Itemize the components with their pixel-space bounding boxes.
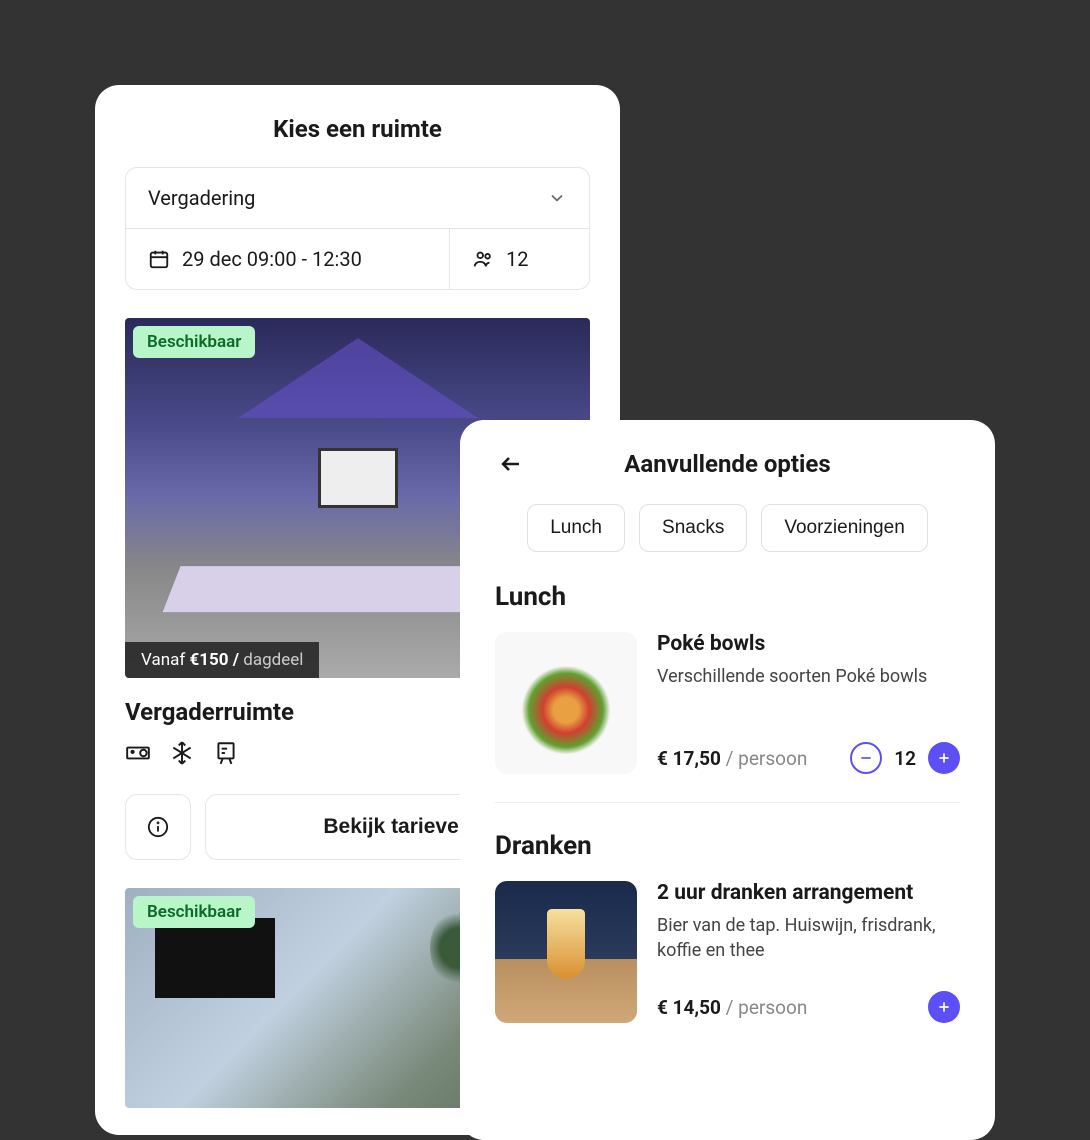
- increment-button[interactable]: [928, 991, 960, 1023]
- options-card: Aanvullende opties Lunch Snacks Voorzien…: [460, 420, 995, 1140]
- quantity-stepper: [928, 991, 960, 1023]
- people-icon: [472, 248, 494, 270]
- room-type-value: Vergadering: [148, 186, 255, 210]
- decrement-button[interactable]: [850, 742, 882, 774]
- tab-snacks[interactable]: Snacks: [639, 504, 747, 552]
- projector-icon: [125, 740, 151, 766]
- flipchart-icon: [213, 740, 239, 766]
- tab-voorzieningen[interactable]: Voorzieningen: [761, 504, 927, 552]
- availability-badge: Beschikbaar: [133, 896, 255, 928]
- room-type-select[interactable]: Vergadering: [126, 168, 589, 228]
- date-time-value: 29 dec 09:00 - 12:30: [182, 247, 362, 271]
- price-unit: dagdeel: [243, 650, 303, 670]
- option-price: € 14,50 / persoon: [657, 996, 807, 1019]
- plus-icon: [936, 750, 952, 766]
- option-name: Poké bowls: [657, 632, 960, 656]
- category-tabs: Lunch Snacks Voorzieningen: [495, 504, 960, 552]
- option-item: 2 uur dranken arrangement Bier van de ta…: [495, 881, 960, 1051]
- airco-icon: [169, 740, 195, 766]
- tab-lunch[interactable]: Lunch: [527, 504, 625, 552]
- option-body: 2 uur dranken arrangement Bier van de ta…: [657, 881, 960, 1023]
- back-button[interactable]: [495, 448, 527, 480]
- price-amount: €150 /: [189, 650, 239, 670]
- option-price: € 17,50 / persoon: [657, 747, 807, 770]
- price-strip: Vanaf €150 / dagdeel: [125, 642, 319, 678]
- availability-badge: Beschikbaar: [133, 326, 255, 358]
- option-name: 2 uur dranken arrangement: [657, 881, 960, 905]
- price-per: / persoon: [726, 996, 808, 1019]
- minus-icon: [858, 750, 874, 766]
- plus-icon: [936, 999, 952, 1015]
- people-count-value: 12: [506, 247, 528, 271]
- price-amount: € 14,50: [657, 996, 721, 1019]
- calendar-icon: [148, 248, 170, 270]
- date-time-picker[interactable]: 29 dec 09:00 - 12:30: [126, 229, 449, 289]
- price-prefix: Vanaf: [141, 650, 185, 670]
- info-button[interactable]: [125, 794, 191, 860]
- rooms-title: Kies een ruimte: [125, 115, 590, 143]
- info-icon: [147, 816, 169, 838]
- section-heading: Dranken: [495, 831, 960, 861]
- section-heading: Lunch: [495, 582, 960, 612]
- price-amount: € 17,50: [657, 747, 721, 770]
- option-image: [495, 632, 637, 774]
- option-description: Bier van de tap. Huiswijn, frisdrank, ko…: [657, 913, 960, 963]
- price-per: / persoon: [726, 747, 808, 770]
- options-header: Aanvullende opties: [495, 450, 960, 478]
- quantity-stepper: 12: [850, 742, 960, 774]
- arrow-left-icon: [499, 452, 523, 476]
- options-title: Aanvullende opties: [495, 450, 960, 478]
- chevron-down-icon: [547, 188, 567, 208]
- option-image: [495, 881, 637, 1023]
- option-body: Poké bowls Verschillende soorten Poké bo…: [657, 632, 960, 774]
- filters-group: Vergadering 29 dec 09:00 - 12:30 12: [125, 167, 590, 290]
- option-description: Verschillende soorten Poké bowls: [657, 664, 960, 689]
- quantity-value: 12: [894, 747, 916, 770]
- option-item: Poké bowls Verschillende soorten Poké bo…: [495, 632, 960, 803]
- people-count-picker[interactable]: 12: [449, 229, 589, 289]
- increment-button[interactable]: [928, 742, 960, 774]
